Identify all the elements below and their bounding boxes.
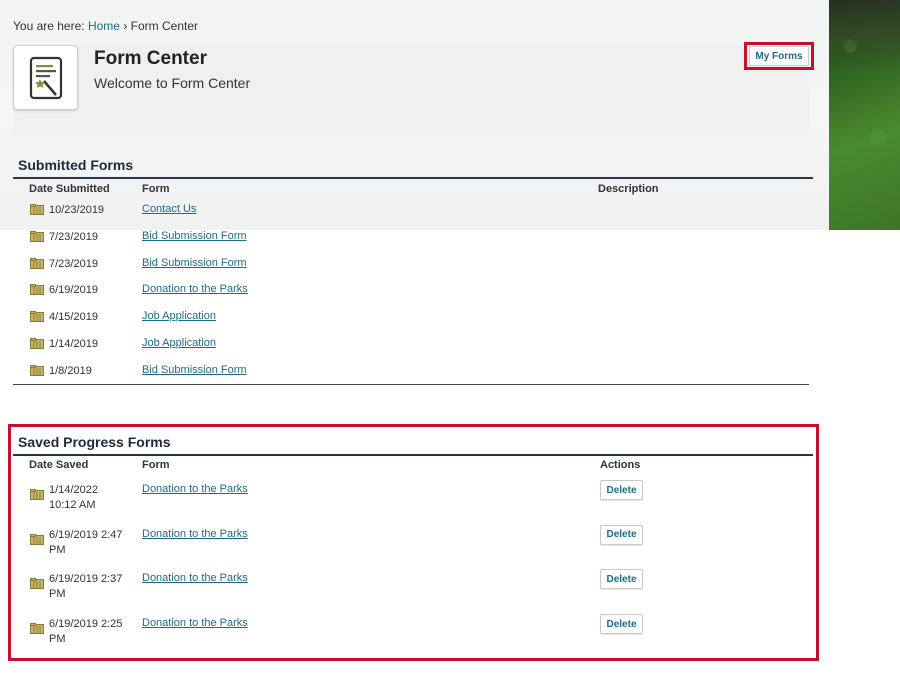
folder-icon xyxy=(30,533,44,545)
saved-form-link[interactable]: Donation to the Parks xyxy=(142,617,248,629)
col-date-submitted: Date Submitted xyxy=(29,183,110,195)
folder-icon xyxy=(30,489,44,500)
submitted-forms-rule xyxy=(13,177,813,179)
form-link[interactable]: Contact Us xyxy=(142,203,196,215)
date-saved-line1: 6/19/2019 2:47 xyxy=(49,528,123,541)
date-submitted: 6/19/2019 xyxy=(49,284,98,297)
breadcrumb: You are here: Home › Form Center xyxy=(13,19,198,33)
folder-icon xyxy=(30,623,44,635)
date-saved-line2: PM xyxy=(49,633,66,646)
form-wand-icon xyxy=(29,56,62,99)
form-link[interactable]: Bid Submission Form xyxy=(142,230,247,242)
folder-icon xyxy=(30,364,44,376)
delete-button[interactable]: Delete xyxy=(600,569,643,590)
submitted-forms-title: Submitted Forms xyxy=(18,157,134,173)
page-subtitle: Welcome to Form Center xyxy=(94,75,251,91)
folder-icon xyxy=(30,284,44,296)
saved-forms-highlight xyxy=(8,424,819,661)
date-saved: 6/19/2019 2:47 PM xyxy=(49,528,122,558)
form-link[interactable]: Bid Submission Form xyxy=(142,257,247,269)
folder-icon xyxy=(30,338,44,349)
form-center-icon-box xyxy=(13,45,78,110)
folder-icon xyxy=(30,311,44,323)
breadcrumb-prefix: You are here: xyxy=(13,19,85,33)
date-saved: 1/14/2022 10:12 AM xyxy=(49,483,98,513)
col-actions: Actions xyxy=(600,459,641,471)
my-forms-button[interactable]: My Forms xyxy=(749,46,809,66)
date-saved-line2: PM xyxy=(49,543,66,556)
hero-image xyxy=(829,0,900,230)
submitted-forms-bottom-rule xyxy=(13,384,809,385)
saved-form-link[interactable]: Donation to the Parks xyxy=(142,528,248,540)
form-link[interactable]: Bid Submission Form xyxy=(142,364,247,376)
delete-button[interactable]: Delete xyxy=(600,480,643,500)
date-saved: 6/19/2019 2:37 PM xyxy=(49,572,122,602)
date-submitted: 7/23/2019 xyxy=(49,230,98,243)
date-submitted: 4/15/2019 xyxy=(49,311,98,324)
date-saved-line1: 6/19/2019 2:25 xyxy=(49,618,123,631)
date-saved-line2: 10:12 AM xyxy=(49,499,96,511)
saved-form-link[interactable]: Donation to the Parks xyxy=(142,572,248,584)
page-title: Form Center xyxy=(94,48,207,69)
saved-forms-rule xyxy=(13,454,813,456)
date-saved: 6/19/2019 2:25 PM xyxy=(49,617,122,647)
form-link[interactable]: Job Application xyxy=(142,337,216,349)
col-form: Form xyxy=(142,183,170,195)
date-submitted: 10/23/2019 xyxy=(49,204,105,216)
form-link[interactable]: Job Application xyxy=(142,310,216,322)
col-description: Description xyxy=(598,183,659,195)
date-saved-line1: 6/19/2019 2:37 xyxy=(49,573,123,586)
delete-button[interactable]: Delete xyxy=(600,614,643,635)
folder-icon xyxy=(30,204,44,215)
date-saved-line2: PM xyxy=(49,588,66,601)
date-saved-line1: 1/14/2022 xyxy=(49,484,98,496)
breadcrumb-current: Form Center xyxy=(130,19,199,33)
delete-button[interactable]: Delete xyxy=(600,524,643,545)
date-submitted: 1/14/2019 xyxy=(49,338,98,350)
saved-form-link[interactable]: Donation to the Parks xyxy=(142,483,248,495)
breadcrumb-separator: › xyxy=(123,19,128,33)
col-date-saved: Date Saved xyxy=(29,459,89,471)
folder-icon xyxy=(30,230,44,242)
form-link[interactable]: Donation to the Parks xyxy=(142,283,248,295)
folder-icon xyxy=(30,578,44,590)
folder-icon xyxy=(30,257,44,269)
saved-forms-title: Saved Progress Forms xyxy=(18,434,171,450)
date-submitted: 7/23/2019 xyxy=(49,257,98,270)
breadcrumb-home-link[interactable]: Home xyxy=(88,19,120,33)
col-saved-form: Form xyxy=(142,459,170,471)
date-submitted: 1/8/2019 xyxy=(49,364,92,377)
